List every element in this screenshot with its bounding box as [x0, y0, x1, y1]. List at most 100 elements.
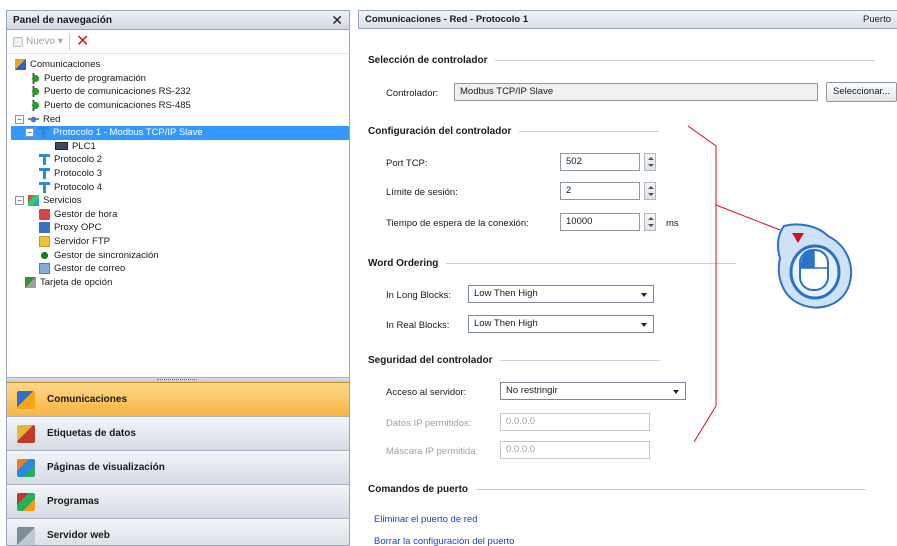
navigation-panel-header: Panel de navegación ✕: [7, 11, 349, 30]
tree-item-label: Gestor de hora: [54, 208, 118, 220]
tree-item-mail-manager[interactable]: Gestor de correo: [11, 262, 349, 276]
section-controller-security: Seguridad del controlador: [368, 355, 661, 366]
tree-item-time-manager[interactable]: Gestor de hora: [11, 208, 349, 222]
tree-item-sync-manager[interactable]: Gestor de sincronización: [11, 248, 349, 262]
tree-item-programming-port[interactable]: Puerto de programación: [11, 72, 349, 86]
page-title: Comunicaciones - Red - Protocolo 1: [365, 14, 529, 25]
tree-item-label: Proxy OPC: [54, 222, 102, 234]
collapse-icon[interactable]: −: [25, 128, 34, 138]
network-icon: [28, 113, 39, 125]
ftp-icon: [39, 236, 50, 248]
communications-icon: [15, 59, 26, 71]
section-controller-config: Configuración del controlador: [368, 126, 660, 137]
tcp-port-stepper[interactable]: [644, 153, 656, 171]
tree-item-label: Protocolo 3: [54, 168, 103, 180]
new-button[interactable]: Nuevo ▾: [13, 36, 63, 47]
section-divider: [500, 360, 661, 361]
tree-item-proxy-opc[interactable]: Proxy OPC: [11, 221, 349, 235]
programs-icon: [17, 492, 35, 511]
tree-item-rs485-port[interactable]: Puerto de comunicaciones RS-485: [11, 99, 349, 113]
tree-item-label: Red: [43, 113, 61, 125]
section-title: Word Ordering: [368, 258, 439, 269]
tree-item-label: Protocolo 2: [54, 154, 103, 166]
allowed-mask-label: Máscara IP permitida:: [386, 446, 479, 457]
session-limit-label: Límite de sesión:: [386, 187, 458, 198]
header-port-label: Puerto: [863, 14, 891, 25]
tree-item-servicios[interactable]: − Servicios: [11, 194, 349, 208]
delete-network-port-link[interactable]: Eliminar el puerto de red: [374, 514, 478, 525]
tree-item-plc1[interactable]: PLC1: [11, 140, 349, 154]
section-divider: [495, 60, 876, 61]
session-limit-input[interactable]: 2: [560, 182, 640, 200]
select-controller-button[interactable]: Seleccionar...: [826, 82, 897, 102]
port-icon: [29, 72, 40, 84]
real-blocks-label: In Real Blocks:: [386, 320, 450, 331]
connection-timeout-input[interactable]: 10000: [560, 213, 640, 231]
tree-item-protocol-3[interactable]: Protocolo 3: [11, 167, 349, 181]
session-limit-stepper[interactable]: [644, 182, 656, 200]
chevron-down-icon: ▾: [57, 36, 63, 47]
nav-button-label: Etiquetas de datos: [47, 428, 136, 439]
section-title: Seguridad del controlador: [368, 355, 493, 366]
collapse-icon[interactable]: −: [15, 196, 24, 206]
section-port-commands: Comandos de puerto: [368, 484, 867, 495]
delete-icon[interactable]: ✕: [76, 33, 89, 50]
port-icon: [29, 100, 40, 112]
tree-item-comunicaciones[interactable]: Comunicaciones: [11, 58, 349, 72]
tcp-port-label: Port TCP:: [386, 158, 428, 169]
nav-button-web-server[interactable]: Servidor web: [7, 518, 349, 545]
protocol-icon: [39, 154, 50, 166]
section-divider: [519, 131, 660, 132]
tree-item-option-card[interactable]: Tarjeta de opción: [11, 276, 349, 290]
allowed-ip-input: 0.0.0.0: [500, 413, 650, 431]
content-panel: Comunicaciones - Red - Protocolo 1 Puert…: [358, 10, 897, 546]
nav-button-data-tags[interactable]: Etiquetas de datos: [7, 416, 349, 450]
clear-port-config-link[interactable]: Borrar la configuración del puerto: [374, 536, 514, 546]
tree-item-protocol-2[interactable]: Protocolo 2: [11, 153, 349, 167]
splitter-grip: [157, 379, 197, 381]
nav-button-display-pages[interactable]: Páginas de visualización: [7, 450, 349, 484]
tcp-port-input[interactable]: 502: [560, 153, 640, 171]
toolbar-divider: [68, 33, 70, 50]
content-header: Comunicaciones - Red - Protocolo 1 Puert…: [358, 10, 897, 29]
option-card-icon: [25, 276, 36, 288]
tree-item-label: Puerto de comunicaciones RS-232: [44, 86, 191, 98]
navigation-panel-title: Panel de navegación: [13, 14, 112, 26]
tree-item-rs232-port[interactable]: Puerto de comunicaciones RS-232: [11, 85, 349, 99]
section-word-ordering: Word Ordering: [368, 258, 737, 269]
tree-item-label: Puerto de comunicaciones RS-485: [44, 100, 191, 112]
tree-item-protocol-1[interactable]: − Protocolo 1 - Modbus TCP/IP Slave: [11, 125, 349, 140]
nav-button-programs[interactable]: Programas: [7, 484, 349, 518]
tree-item-label: Comunicaciones: [30, 59, 101, 71]
section-title: Comandos de puerto: [368, 484, 469, 495]
section-divider: [446, 263, 737, 264]
tree-item-label: Protocolo 4: [54, 181, 103, 193]
long-blocks-select[interactable]: Low Then High: [468, 285, 654, 303]
controller-field: Modbus TCP/IP Slave: [454, 83, 818, 101]
data-tags-icon: [17, 424, 35, 443]
close-icon[interactable]: ✕: [331, 13, 343, 27]
tree-item-red[interactable]: − Red: [11, 112, 349, 126]
timeout-unit: ms: [666, 218, 679, 229]
nav-button-communications[interactable]: Comunicaciones: [7, 382, 349, 416]
plc-icon: [55, 142, 68, 151]
tree-item-label: Servicios: [43, 195, 82, 207]
server-access-select[interactable]: No restringir: [500, 382, 686, 400]
protocol-icon: [39, 181, 50, 193]
protocol-icon: [38, 127, 49, 139]
controller-label: Controlador:: [386, 88, 439, 99]
section-divider: [476, 489, 867, 490]
connection-timeout-stepper[interactable]: [644, 213, 656, 231]
nav-button-label: Programas: [47, 496, 100, 507]
nav-button-label: Páginas de visualización: [47, 462, 165, 473]
sync-icon: [39, 249, 50, 261]
tree-item-protocol-4[interactable]: Protocolo 4: [11, 180, 349, 194]
collapse-icon[interactable]: −: [15, 114, 24, 124]
protocol-icon: [39, 168, 50, 180]
tree-item-ftp-server[interactable]: Servidor FTP: [11, 235, 349, 249]
tree-item-label: Servidor FTP: [54, 236, 110, 248]
navigation-panel: Panel de navegación ✕ Nuevo ▾ ✕ Comunica…: [6, 10, 350, 546]
section-controller-selection: Selección de controlador: [368, 55, 876, 66]
nav-button-label: Servidor web: [47, 530, 110, 541]
real-blocks-select[interactable]: Low Then High: [468, 315, 654, 333]
